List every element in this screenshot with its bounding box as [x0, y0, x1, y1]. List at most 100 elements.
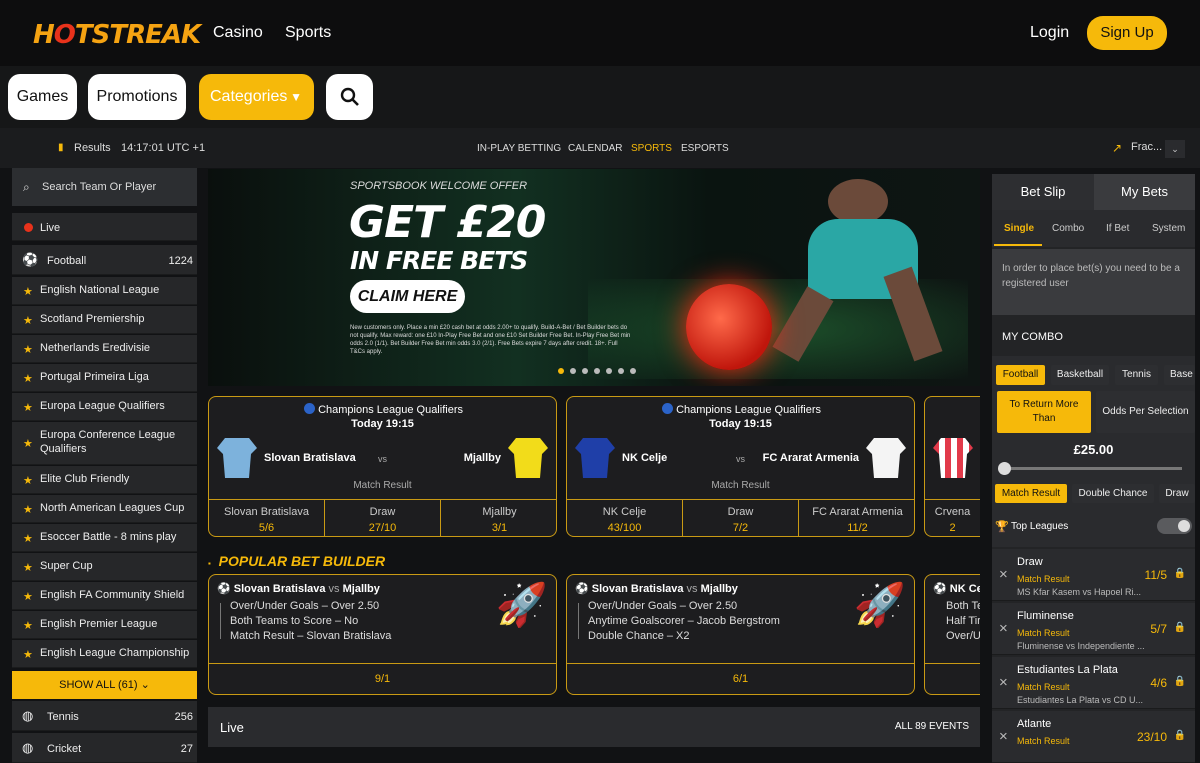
- market-chip-match-result[interactable]: Match Result: [995, 484, 1067, 503]
- combo-selection[interactable]: × Atlante Match Result 23/10 🔒: [992, 711, 1195, 763]
- football-icon: ⚽: [933, 583, 947, 595]
- carousel-dot[interactable]: [618, 368, 624, 374]
- combo-selection[interactable]: × Fluminense Match Result Fluminense vs Ind…: [992, 603, 1195, 655]
- market-chip-draw[interactable]: Draw: [1159, 484, 1195, 503]
- live-section-title: Live: [220, 720, 244, 735]
- chevron-down-icon[interactable]: ⌄: [1165, 140, 1185, 158]
- tab-single[interactable]: Single: [1004, 223, 1034, 234]
- sport-chip-tennis[interactable]: Tennis: [1115, 365, 1158, 385]
- selection-price: 4/6: [1150, 676, 1167, 690]
- carousel-dot[interactable]: [594, 368, 600, 374]
- promotions-button[interactable]: Promotions: [88, 74, 186, 120]
- odds-button[interactable]: FC Ararat Armenia 11/2: [799, 500, 914, 536]
- sidebar-item-league[interactable]: ★ Esoccer Battle - 8 mins play: [12, 524, 197, 552]
- sidebar-item-football[interactable]: ⚽ Football 1224: [12, 245, 197, 275]
- search-icon: ⌕: [23, 180, 30, 194]
- carousel-dot-active[interactable]: [558, 368, 564, 374]
- to-return-more-button[interactable]: To Return More Than: [997, 391, 1091, 433]
- bet-builder-card[interactable]: ⚽ Slovan Bratislava vs Mjallby Over/Unde…: [566, 574, 915, 695]
- sidebar-item-league[interactable]: ★ Portugal Primeira Liga: [12, 364, 197, 392]
- live-section-bar: Live ALL 89 EVENTS: [208, 707, 980, 747]
- categories-button[interactable]: Categories ▼: [199, 74, 314, 120]
- tab-system[interactable]: System: [1152, 223, 1185, 234]
- link-calendar[interactable]: CALENDAR: [568, 143, 622, 154]
- sport-chip-basketball[interactable]: Basketball: [1051, 365, 1109, 385]
- match-card-partial[interactable]: Crvena 2: [924, 396, 980, 537]
- sports-sidebar: ⌕ Search Team Or Player Live ⚽ Football …: [12, 168, 197, 763]
- tab-my-bets[interactable]: My Bets: [1094, 174, 1195, 210]
- carousel-dot[interactable]: [630, 368, 636, 374]
- sidebar-item-league[interactable]: ★ Elite Club Friendly: [12, 466, 197, 494]
- top-leagues-toggle[interactable]: [1157, 518, 1192, 534]
- all-events-link[interactable]: ALL 89 EVENTS: [895, 721, 969, 732]
- selection-price: 23/10: [1136, 730, 1167, 744]
- nav-casino[interactable]: Casino: [213, 24, 263, 42]
- sidebar-item-league[interactable]: ★ English Premier League: [12, 611, 197, 639]
- tab-if-bet[interactable]: If Bet: [1106, 223, 1129, 234]
- close-icon[interactable]: ×: [999, 620, 1008, 637]
- nav-sports[interactable]: Sports: [285, 24, 331, 42]
- banner-kicker: SPORTSBOOK WELCOME OFFER: [350, 180, 528, 192]
- odds-button[interactable]: Slovan Bratislava 5/6: [209, 500, 325, 536]
- bb-away: Mjallby: [342, 583, 380, 595]
- close-icon[interactable]: ×: [999, 566, 1008, 583]
- signup-button[interactable]: Sign Up: [1087, 16, 1167, 50]
- sport-chip-base[interactable]: Base: [1164, 365, 1195, 385]
- odds-format-select[interactable]: Frac...: [1131, 141, 1162, 153]
- sidebar-item-live[interactable]: Live: [12, 213, 197, 241]
- amount-slider-handle[interactable]: [998, 462, 1011, 475]
- selection-event: MS Kfar Kasem vs Hapoel Ri...: [1017, 587, 1142, 597]
- bb-price-button[interactable]: 6/1: [567, 663, 914, 694]
- odds-button[interactable]: NK Celje 43/100: [567, 500, 683, 536]
- bet-builder-card-partial[interactable]: ⚽ NK Ce Both Te Half Tir Over/U: [924, 574, 980, 695]
- amount-slider-track[interactable]: [1004, 467, 1182, 470]
- sidebar-item-league[interactable]: ★ Europa League Qualifiers: [12, 393, 197, 421]
- promo-banner[interactable]: SPORTSBOOK WELCOME OFFER GET £20 IN FREE…: [208, 169, 980, 386]
- claim-here-button[interactable]: CLAIM HERE: [350, 280, 465, 313]
- sidebar-item-league[interactable]: ★ Europa Conference League Qualifiers: [12, 422, 197, 465]
- star-icon: ★: [23, 562, 33, 574]
- sidebar-item-league[interactable]: ★ English League Championship: [12, 640, 197, 668]
- bb-price: 6/1: [732, 673, 749, 685]
- hotstreak-logo[interactable]: HOTSTREAK: [33, 20, 201, 50]
- search-input[interactable]: ⌕ Search Team Or Player: [12, 168, 197, 206]
- sidebar-item-league[interactable]: ★ Netherlands Eredivisie: [12, 335, 197, 363]
- sidebar-item-league[interactable]: ★ Scotland Premiership: [12, 306, 197, 334]
- odds-button[interactable]: Draw 7/2: [683, 500, 799, 536]
- carousel-dot[interactable]: [570, 368, 576, 374]
- market-chip-double-chance[interactable]: Double Chance: [1072, 484, 1154, 503]
- link-esports[interactable]: ESPORTS: [681, 143, 729, 154]
- tab-combo[interactable]: Combo: [1052, 223, 1084, 234]
- sidebar-item-league[interactable]: ★ English National League: [12, 277, 197, 305]
- tab-bet-slip[interactable]: Bet Slip: [992, 174, 1094, 210]
- show-all-button[interactable]: SHOW ALL (61) ⌄: [12, 671, 197, 699]
- sidebar-item-cricket[interactable]: ◍ Cricket 27: [12, 733, 197, 763]
- combo-selection[interactable]: × Draw Match Result MS Kfar Kasem vs Hapoel…: [992, 549, 1195, 601]
- results-icon: ▮: [58, 142, 64, 153]
- odds-button[interactable]: Draw 27/10: [325, 500, 441, 536]
- odds-per-selection-button[interactable]: Odds Per Selection: [1096, 391, 1195, 433]
- odds-price: 11/2: [847, 522, 868, 534]
- carousel-dot[interactable]: [582, 368, 588, 374]
- sport-chip-football[interactable]: Football: [996, 365, 1045, 385]
- search-button[interactable]: [326, 74, 373, 120]
- match-card[interactable]: Champions League Qualifiers Today 19:15 …: [208, 396, 557, 537]
- results-link[interactable]: Results: [74, 142, 111, 154]
- sidebar-item-league[interactable]: ★ Super Cup: [12, 553, 197, 581]
- login-link[interactable]: Login: [1030, 24, 1069, 42]
- carousel-dot[interactable]: [606, 368, 612, 374]
- bet-builder-card[interactable]: ⚽ Slovan Bratislava vs Mjallby Over/Unde…: [208, 574, 557, 695]
- close-icon[interactable]: ×: [999, 674, 1008, 691]
- bb-price-button[interactable]: 9/1: [209, 663, 556, 694]
- sidebar-item-league[interactable]: ★ North American Leagues Cup: [12, 495, 197, 523]
- link-in-play[interactable]: IN-PLAY BETTING: [477, 143, 561, 154]
- combo-selection[interactable]: × Estudiantes La Plata Match Result Estudia…: [992, 657, 1195, 709]
- link-sports[interactable]: SPORTS: [631, 143, 672, 154]
- sidebar-item-league[interactable]: ★ English FA Community Shield: [12, 582, 197, 610]
- close-icon[interactable]: ×: [999, 728, 1008, 745]
- games-button[interactable]: Games: [8, 74, 77, 120]
- odds-button[interactable]: Mjallby 3/1: [441, 500, 556, 536]
- sidebar-item-tennis[interactable]: ◍ Tennis 256: [12, 701, 197, 731]
- star-icon: ★: [23, 504, 33, 516]
- match-card[interactable]: Champions League Qualifiers Today 19:15 …: [566, 396, 915, 537]
